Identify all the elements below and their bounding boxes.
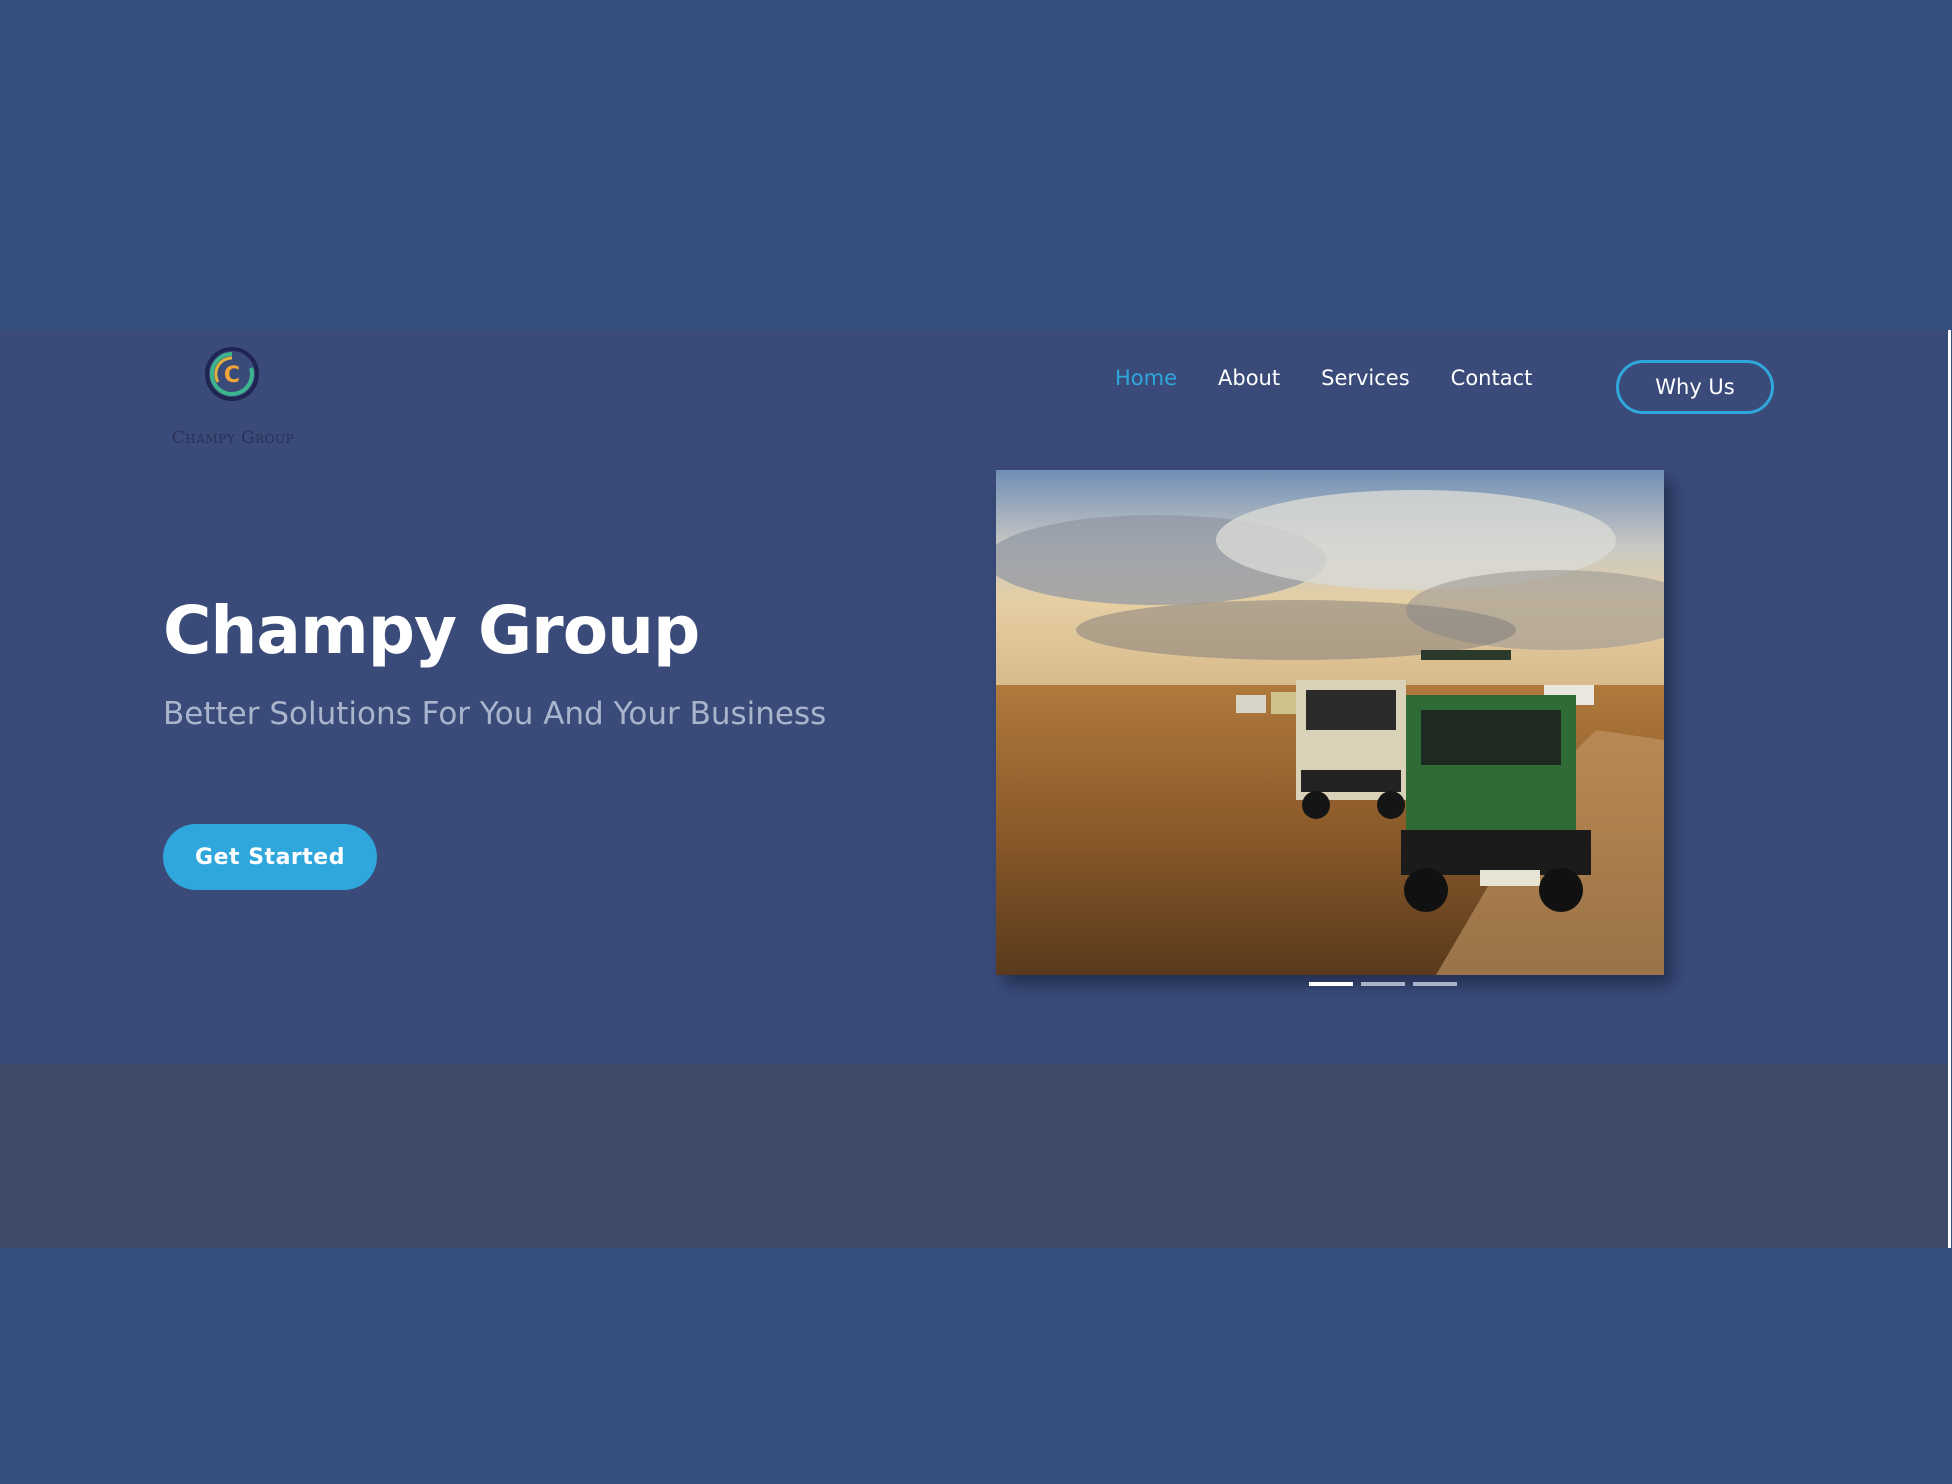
nav-item-services[interactable]: Services <box>1321 364 1410 392</box>
page-frame: C Champy Group Home About Services Conta… <box>0 330 1951 1248</box>
nav-item-about[interactable]: About <box>1218 364 1280 392</box>
nav-item-contact[interactable]: Contact <box>1451 364 1533 392</box>
champy-logo-icon: C <box>205 347 259 401</box>
slider-dot[interactable] <box>1361 982 1405 986</box>
slider-dot[interactable] <box>1309 982 1353 986</box>
nav-item-home[interactable]: Home <box>1115 364 1177 392</box>
logo-text: Champy Group <box>171 428 295 448</box>
hero-subtitle: Better Solutions For You And Your Busine… <box>163 696 827 732</box>
brand-logo[interactable]: C Champy Group <box>163 346 303 466</box>
why-us-button[interactable]: Why Us <box>1616 360 1774 414</box>
safari-vehicles-photo <box>996 470 1664 975</box>
slider-pagination <box>1309 982 1457 986</box>
svg-text:C: C <box>224 363 240 388</box>
hero-title: Champy Group <box>163 592 700 669</box>
hero-section: C Champy Group Home About Services Conta… <box>0 330 1948 1064</box>
hero-slider-image <box>996 470 1664 975</box>
slider-dot[interactable] <box>1413 982 1457 986</box>
main-nav: Home About Services Contact <box>1115 364 1532 392</box>
get-started-button[interactable]: Get Started <box>163 824 377 890</box>
footer-band <box>0 1064 1948 1248</box>
